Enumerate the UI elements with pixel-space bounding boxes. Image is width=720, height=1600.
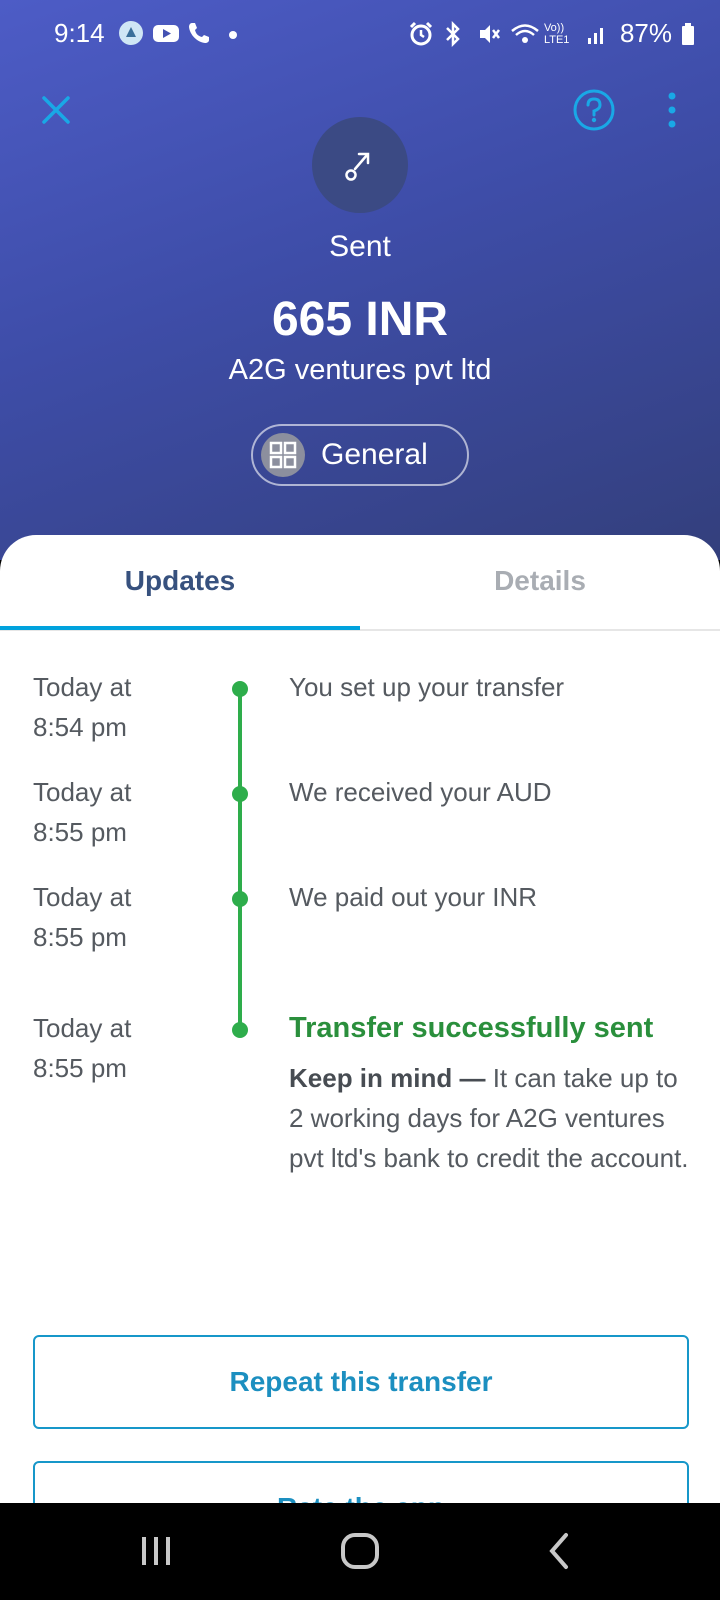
status-left-icons [118,20,246,46]
back-button[interactable] [530,1529,590,1573]
event-text: We received your AUD [289,777,552,807]
tab-details[interactable]: Details [360,565,720,597]
phone-call-icon [186,20,212,46]
network-label: Vo)) LTE1 [543,21,570,46]
event-success-text: Transfer successfully sent [289,1012,654,1044]
recents-icon [142,1537,170,1565]
grid-icon [261,433,305,477]
repeat-transfer-button[interactable]: Repeat this transfer [33,1335,689,1429]
wifi-icon [510,21,539,47]
timeline-dot [232,891,248,907]
sent-status-badge [312,117,408,213]
home-icon [341,1533,379,1569]
app-notification-icon [118,20,144,46]
recipient-name: A2G ventures pvt ltd [228,354,492,386]
timeline-dot [232,1022,248,1038]
timeline-line [238,683,242,1033]
event-time: Today at 8:55 pm [33,777,132,847]
help-button[interactable] [572,88,616,132]
help-icon [573,89,615,131]
active-tab-indicator [0,626,360,630]
event-time: Today at 8:55 pm [33,1013,132,1083]
category-button[interactable]: General [251,424,469,486]
transfer-status-label: Sent [329,230,391,263]
event-note: Keep in mind — It can take up to 2 worki… [289,1063,689,1173]
battery-percent: 87% [619,18,672,48]
transfer-amount: 665 INR [271,293,449,346]
arrow-up-right-icon [345,152,370,181]
event-time: Today at 8:54 pm [33,672,132,742]
tab-bar: Updates Details [0,535,720,631]
transfer-header: 9:14 Vo)) LTE1 87% Sent 665 INR A2G vent… [0,0,720,560]
alarm-icon [408,21,434,47]
mute-icon [476,21,502,47]
youtube-icon [152,20,179,46]
system-nav-bar [0,1503,720,1600]
event-text: You set up your transfer [289,672,565,702]
tab-updates[interactable]: Updates [0,565,360,597]
timeline-dot [232,786,248,802]
content-sheet: Updates Details Today at 8:54 pm You set… [0,535,720,1503]
recents-button[interactable] [126,1529,186,1573]
status-bar: 9:14 Vo)) LTE1 87% [0,0,720,70]
timeline-dot [232,681,248,697]
more-vertical-icon [668,92,676,128]
notification-dot-icon [220,20,246,46]
battery-icon [680,21,706,47]
back-icon [549,1533,568,1569]
event-time: Today at 8:55 pm [33,882,132,952]
close-icon [42,96,70,124]
bluetooth-icon [442,20,468,47]
category-label: General [321,438,428,471]
status-time: 9:14 [54,18,105,48]
home-button[interactable] [330,1529,390,1573]
signal-icon [586,21,612,47]
status-right-icons: Vo)) LTE1 87% [408,18,706,49]
rate-app-button[interactable]: Rate the app [33,1461,689,1503]
event-text: We paid out your INR [289,882,538,912]
more-options-button[interactable] [660,88,684,132]
close-button[interactable] [36,90,76,130]
